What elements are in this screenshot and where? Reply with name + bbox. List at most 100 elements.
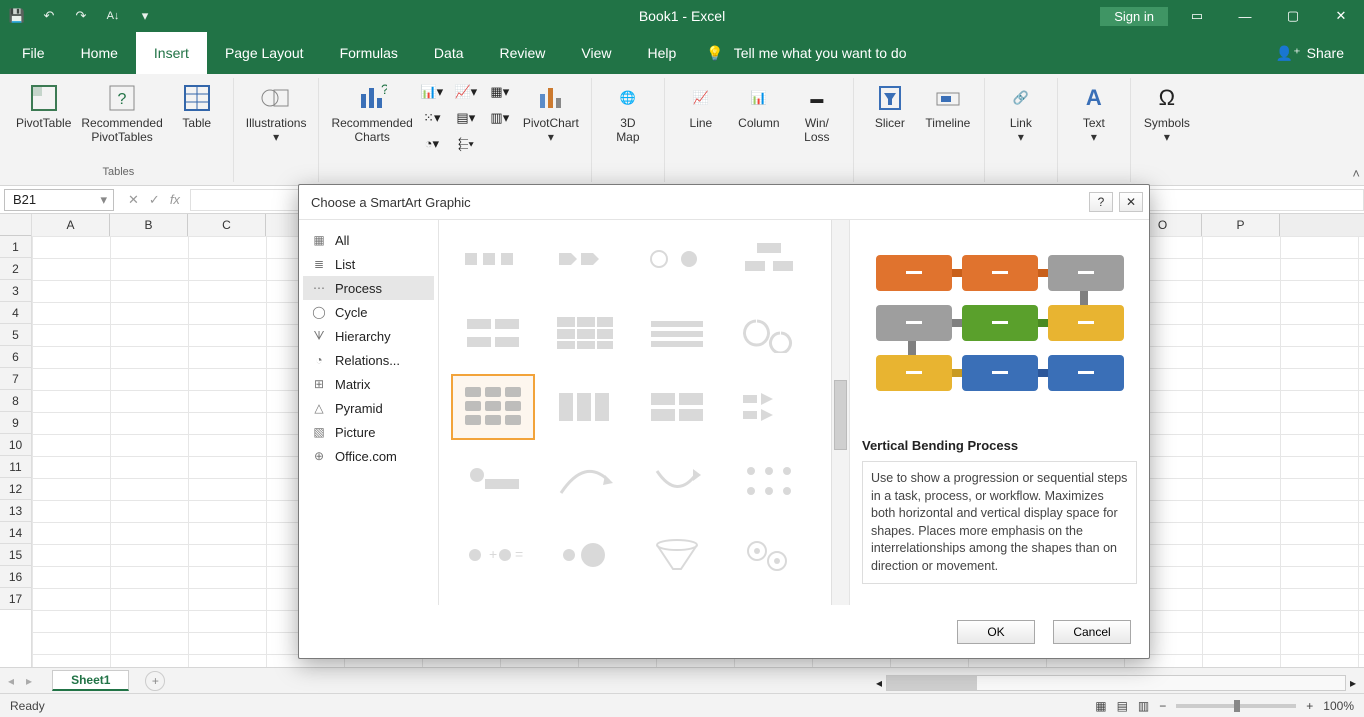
cancel-formula-icon[interactable]: ✕ [128, 192, 139, 208]
zoom-value[interactable]: 100% [1323, 699, 1354, 713]
pivotchart-button[interactable]: PivotChart▾ [519, 78, 583, 146]
tab-file[interactable]: File [4, 32, 63, 74]
layout-thumb[interactable]: += [451, 522, 535, 588]
column-header[interactable]: C [188, 214, 266, 236]
row-header[interactable]: 16 [0, 566, 31, 588]
close-button[interactable]: ✕ [1318, 0, 1364, 32]
tab-insert[interactable]: Insert [136, 32, 207, 74]
layout-thumb[interactable] [543, 374, 627, 440]
tab-home[interactable]: Home [63, 32, 136, 74]
row-header[interactable]: 17 [0, 588, 31, 610]
pivottable-button[interactable]: PivotTable [12, 78, 75, 132]
text-button[interactable]: AText▾ [1066, 78, 1122, 146]
tab-review[interactable]: Review [482, 32, 564, 74]
category-picture[interactable]: ▧Picture [303, 420, 434, 444]
category-pyramid[interactable]: △Pyramid [303, 396, 434, 420]
layout-thumb[interactable] [635, 522, 719, 588]
scroll-left-icon[interactable]: ◂ [876, 676, 882, 690]
layout-thumb[interactable] [727, 374, 811, 440]
layout-thumb[interactable] [543, 300, 627, 366]
add-sheet-button[interactable]: + [145, 671, 165, 691]
sheet-tab-active[interactable]: Sheet1 [52, 670, 129, 691]
category-matrix[interactable]: ⊞Matrix [303, 372, 434, 396]
layout-thumb[interactable] [635, 226, 719, 292]
share-button[interactable]: 👤⁺ Share [1276, 32, 1364, 74]
treemap-chart-icon[interactable]: ▦▾ [487, 82, 513, 102]
tellme-search[interactable]: 💡 Tell me what you want to do [706, 32, 906, 74]
enter-formula-icon[interactable]: ✓ [149, 192, 160, 208]
undo-icon[interactable]: ↶ [40, 7, 58, 25]
column-header[interactable]: P [1202, 214, 1280, 236]
row-header[interactable]: 3 [0, 280, 31, 302]
timeline-button[interactable]: Timeline [920, 78, 976, 132]
layout-thumb[interactable] [451, 226, 535, 292]
sort-icon[interactable]: A↓ [104, 7, 122, 25]
sheet-nav-next[interactable]: ▸ [26, 674, 32, 688]
combo-chart-icon[interactable]: ⬱▾ [453, 134, 479, 154]
symbols-button[interactable]: ΩSymbols▾ [1139, 78, 1195, 146]
name-box[interactable]: B21 ▾ [4, 189, 114, 211]
row-header[interactable]: 6 [0, 346, 31, 368]
cancel-button[interactable]: Cancel [1053, 620, 1131, 644]
layout-thumb[interactable] [635, 448, 719, 514]
row-header[interactable]: 7 [0, 368, 31, 390]
gallery-scrollbar[interactable] [831, 220, 849, 605]
minimize-button[interactable]: — [1222, 0, 1268, 32]
horizontal-scrollbar[interactable]: ◂ ▸ [876, 675, 1356, 691]
view-page-break-icon[interactable]: ▥ [1138, 699, 1149, 713]
row-header[interactable]: 1 [0, 236, 31, 258]
dialog-help-button[interactable]: ? [1089, 192, 1113, 212]
column-chart-icon[interactable]: 📊▾ [419, 82, 445, 102]
redo-icon[interactable]: ↷ [72, 7, 90, 25]
layout-thumb[interactable] [727, 226, 811, 292]
category-officecom[interactable]: ⊕Office.com [303, 444, 434, 468]
view-page-layout-icon[interactable]: ▤ [1117, 699, 1128, 713]
sparkline-winloss-button[interactable]: ▬Win/ Loss [789, 78, 845, 146]
chevron-down-icon[interactable]: ▾ [100, 192, 113, 208]
scrollbar-thumb[interactable] [887, 676, 977, 690]
row-header[interactable]: 5 [0, 324, 31, 346]
tab-data[interactable]: Data [416, 32, 482, 74]
scroll-right-icon[interactable]: ▸ [1350, 676, 1356, 690]
layout-thumb[interactable] [635, 300, 719, 366]
slicer-button[interactable]: Slicer [862, 78, 918, 132]
sparkline-column-button[interactable]: 📊Column [731, 78, 787, 132]
tab-page-layout[interactable]: Page Layout [207, 32, 322, 74]
category-relations[interactable]: ◔Relations... [303, 348, 434, 372]
sheet-nav-prev[interactable]: ◂ [8, 674, 14, 688]
row-header[interactable]: 13 [0, 500, 31, 522]
row-header[interactable]: 8 [0, 390, 31, 412]
recommended-pivottables-button[interactable]: ? Recommended PivotTables [77, 78, 166, 146]
zoom-out-icon[interactable]: − [1159, 699, 1166, 713]
quickaccess-more-icon[interactable]: ▾ [136, 7, 154, 25]
table-button[interactable]: Table [169, 78, 225, 132]
save-icon[interactable]: 💾 [8, 7, 26, 25]
category-all[interactable]: ▦All [303, 228, 434, 252]
view-normal-icon[interactable]: ▦ [1095, 699, 1106, 713]
tab-help[interactable]: Help [630, 32, 695, 74]
row-header[interactable]: 12 [0, 478, 31, 500]
layout-thumb[interactable] [451, 448, 535, 514]
category-list[interactable]: ≣List [303, 252, 434, 276]
category-hierarchy[interactable]: ᗐHierarchy [303, 324, 434, 348]
zoom-slider[interactable] [1176, 704, 1296, 708]
column-header[interactable]: B [110, 214, 188, 236]
row-header[interactable]: 11 [0, 456, 31, 478]
fx-icon[interactable]: fx [170, 192, 180, 207]
collapse-ribbon-button[interactable]: ˄ [1352, 166, 1360, 181]
layout-thumb[interactable] [635, 374, 719, 440]
layout-thumb[interactable] [727, 522, 811, 588]
pie-chart-icon[interactable]: ◔▾ [419, 134, 445, 154]
layout-thumb[interactable] [543, 522, 627, 588]
ok-button[interactable]: OK [957, 620, 1035, 644]
sparkline-line-button[interactable]: 📈Line [673, 78, 729, 132]
tab-formulas[interactable]: Formulas [322, 32, 416, 74]
link-button[interactable]: 🔗Link▾ [993, 78, 1049, 146]
illustrations-button[interactable]: Illustrations▾ [242, 78, 311, 146]
layout-thumb[interactable] [727, 448, 811, 514]
signin-button[interactable]: Sign in [1100, 7, 1168, 26]
line-chart-icon[interactable]: 📈▾ [453, 82, 479, 102]
category-process[interactable]: ⋯Process [303, 276, 434, 300]
row-header[interactable]: 9 [0, 412, 31, 434]
tab-view[interactable]: View [563, 32, 629, 74]
